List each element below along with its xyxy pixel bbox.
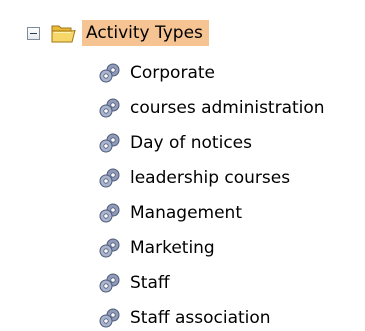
gears-icon: [98, 307, 122, 329]
gears-icon: [98, 132, 122, 154]
tree-root-node[interactable]: Activity Types: [27, 20, 209, 46]
activity-types-tree: Activity Types Corporate courses adminis…: [0, 0, 365, 331]
tree-item-label: Management: [130, 202, 242, 223]
tree-item-label: Marketing: [130, 237, 215, 258]
tree-item-marketing[interactable]: Marketing: [98, 230, 325, 265]
tree-root-label[interactable]: Activity Types: [82, 20, 209, 46]
tree-item-label: Day of notices: [130, 132, 252, 153]
tree-item-label: Corporate: [130, 62, 215, 83]
tree-item-day-of-notices[interactable]: Day of notices: [98, 125, 325, 160]
tree-children: Corporate courses administration Day of …: [98, 55, 325, 331]
tree-item-label: courses administration: [130, 97, 325, 118]
tree-item-management[interactable]: Management: [98, 195, 325, 230]
tree-item-leadership-courses[interactable]: leadership courses: [98, 160, 325, 195]
tree-item-label: Staff: [130, 272, 170, 293]
tree-item-staff[interactable]: Staff: [98, 265, 325, 300]
gears-icon: [98, 167, 122, 189]
tree-item-staff-association[interactable]: Staff association: [98, 300, 325, 331]
tree-item-courses-administration[interactable]: courses administration: [98, 90, 325, 125]
collapse-minus-icon[interactable]: [27, 26, 40, 40]
gears-icon: [98, 237, 122, 259]
gears-icon: [98, 97, 122, 119]
gears-icon: [98, 202, 122, 224]
tree-item-label: leadership courses: [130, 167, 291, 188]
tree-item-corporate[interactable]: Corporate: [98, 55, 325, 90]
gears-icon: [98, 272, 122, 294]
gears-icon: [98, 62, 122, 84]
tree-item-label: Staff association: [130, 307, 271, 328]
folder-open-icon: [50, 21, 76, 45]
